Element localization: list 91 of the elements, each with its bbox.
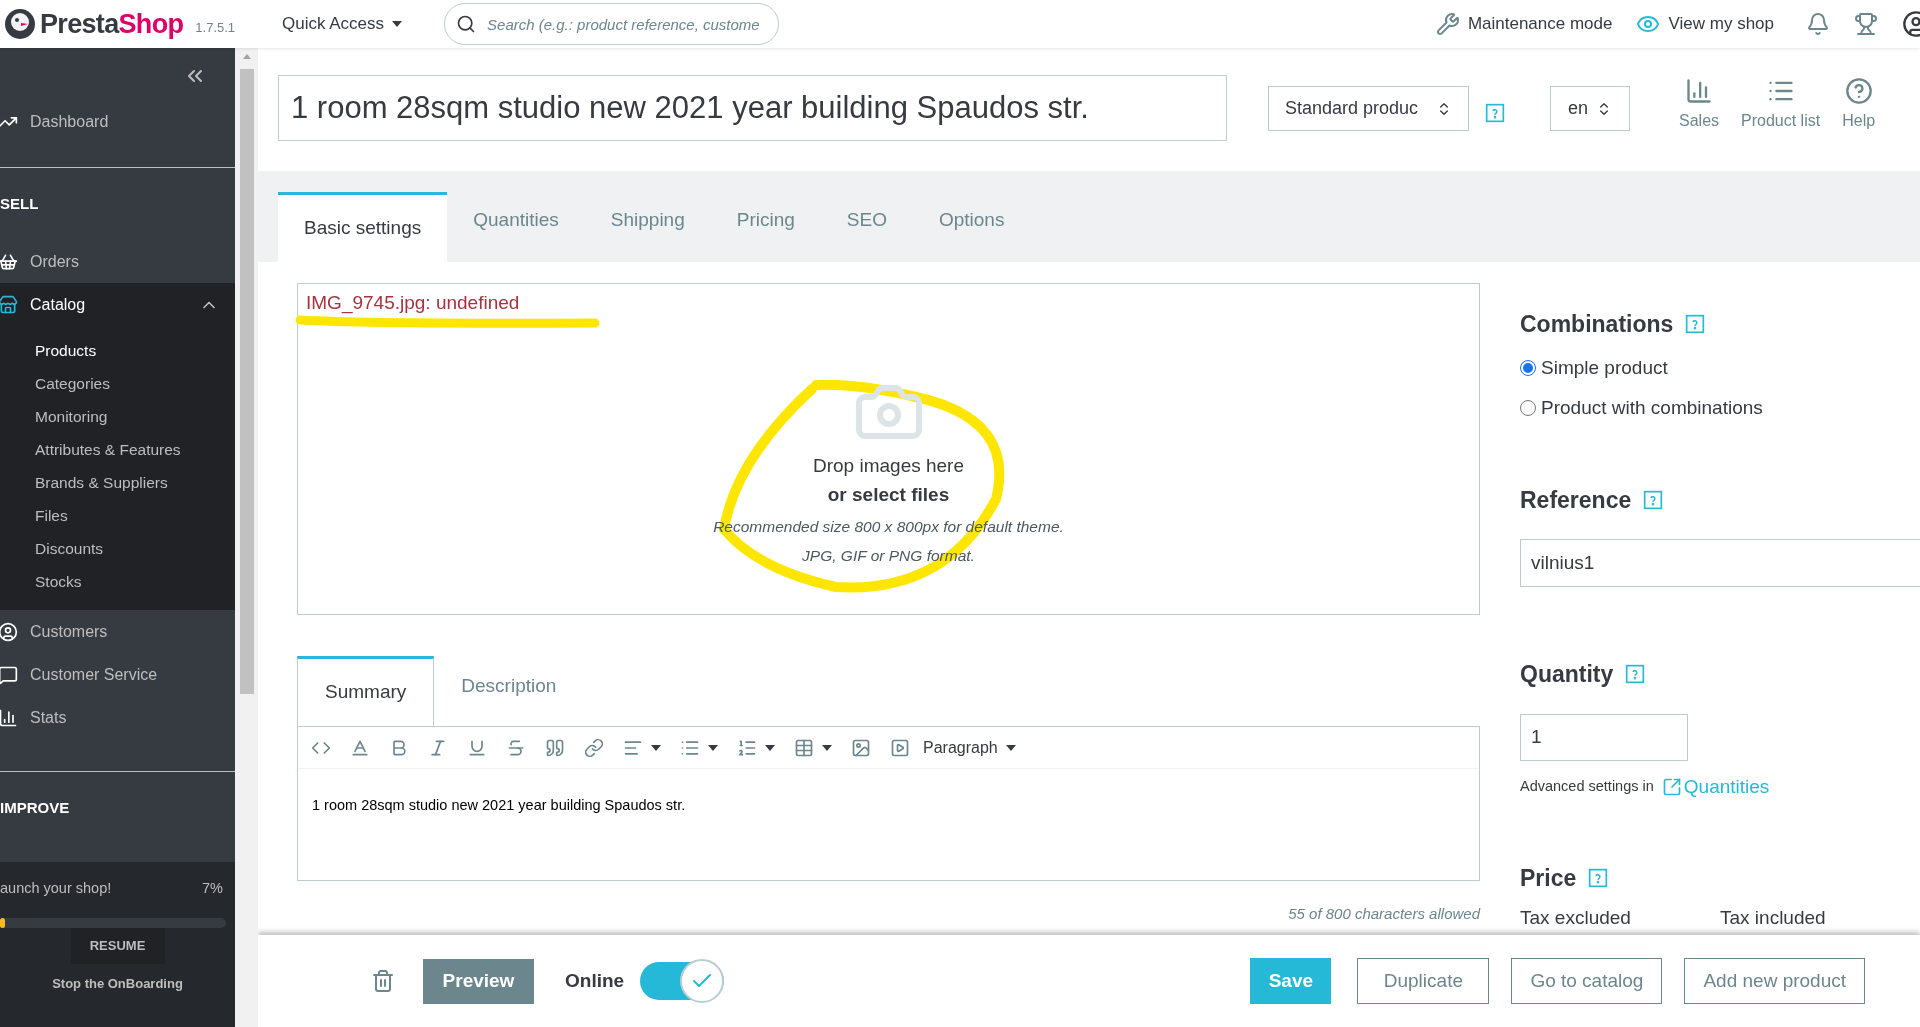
- radio-label[interactable]: Simple product: [1541, 353, 1668, 382]
- editor-content: 1 room 28sqm studio new 2021 year building Spaudos str.: [311, 796, 687, 815]
- toolbar-button[interactable]: Sales: [1675, 77, 1724, 133]
- upload-error-text: IMG_9745.jpg: undefined: [306, 293, 520, 312]
- menu-icon: [0, 707, 18, 728]
- submenu-item[interactable]: Discounts: [0, 532, 235, 565]
- toolbar-icon: [1685, 77, 1713, 105]
- editor-tab[interactable]: Description: [434, 656, 584, 726]
- price-column-label: Tax included: [1720, 905, 1827, 930]
- section-heading: IMPROVE: [0, 799, 70, 816]
- tab[interactable]: Shipping: [584, 192, 711, 262]
- stop-onboarding-link[interactable]: Stop the OnBoarding: [52, 973, 183, 994]
- format-icon[interactable]: [545, 737, 565, 758]
- maintenance-mode-link[interactable]: Maintenance mode: [1467, 11, 1613, 37]
- caret-icon[interactable]: [765, 744, 775, 751]
- onboarding-title: aunch your shop!: [0, 879, 112, 898]
- tab[interactable]: SEO: [820, 192, 913, 262]
- menu-icon: [0, 664, 18, 685]
- price-column-label: Tax excluded: [1520, 905, 1632, 930]
- product-type-select[interactable]: Standard produc: [1268, 86, 1469, 131]
- section-title: Reference: [1520, 485, 1632, 515]
- notifications-icon[interactable]: [1806, 12, 1830, 36]
- trophy-icon[interactable]: [1854, 12, 1878, 36]
- scrollbar[interactable]: [235, 48, 258, 1027]
- format-icon[interactable]: [584, 737, 604, 758]
- quick-access-dropdown[interactable]: Quick Access: [282, 11, 403, 37]
- menu-icon: [0, 251, 18, 272]
- select-files-link[interactable]: or select files: [827, 480, 950, 509]
- caret-icon[interactable]: [708, 744, 718, 751]
- action-button[interactable]: Duplicate: [1357, 958, 1490, 1004]
- caret-icon[interactable]: [822, 744, 832, 751]
- toolbar-icon: [1844, 77, 1873, 105]
- image-icon[interactable]: [851, 737, 871, 758]
- toolbar-button[interactable]: Product list: [1737, 77, 1825, 133]
- editor-tab[interactable]: Summary: [297, 656, 435, 726]
- format-icon[interactable]: [794, 737, 814, 758]
- format-icon[interactable]: [428, 737, 448, 758]
- resume-button[interactable]: RESUME: [70, 927, 165, 964]
- view-my-shop-link[interactable]: View my shop: [1668, 11, 1774, 37]
- section-title: Price: [1520, 864, 1577, 893]
- sidebar-item[interactable]: Customers: [0, 610, 235, 653]
- search-icon: [456, 14, 477, 34]
- logo-icon[interactable]: [4, 8, 36, 40]
- section-title: Quantity: [1520, 660, 1614, 689]
- sidebar-item[interactable]: Orders: [0, 240, 235, 283]
- help-icon[interactable]: [1643, 489, 1664, 510]
- submenu-item[interactable]: Products: [0, 334, 235, 367]
- drop-images-text: Drop images here: [813, 454, 964, 478]
- help-icon[interactable]: [1625, 664, 1646, 685]
- help-icon[interactable]: [1685, 314, 1706, 335]
- preview-button[interactable]: Preview: [423, 958, 534, 1004]
- rich-text-editor[interactable]: Paragraph 1 room 28sqm studio new 2021 year building Spaudos str.: [297, 726, 1480, 881]
- radio-label[interactable]: Product with combinations: [1541, 394, 1763, 423]
- section-heading: SELL: [0, 195, 39, 212]
- submenu-item[interactable]: Monitoring: [0, 400, 235, 433]
- product-name-field[interactable]: 1 room 28sqm studio new 2021 year building Spaudos str.: [278, 75, 1227, 141]
- help-icon[interactable]: [1588, 868, 1609, 889]
- sidebar-item[interactable]: Customer Service: [0, 653, 235, 696]
- submenu-item[interactable]: Files: [0, 499, 235, 532]
- wrench-icon: [1435, 12, 1460, 36]
- delete-icon[interactable]: [371, 969, 395, 993]
- online-toggle[interactable]: [640, 962, 725, 1000]
- toolbar-button[interactable]: Help: [1838, 77, 1880, 133]
- submenu-item[interactable]: Categories: [0, 367, 235, 400]
- tab[interactable]: Basic settings: [278, 192, 448, 262]
- reference-field[interactable]: vilnius1: [1520, 539, 1920, 587]
- caret-icon[interactable]: [651, 744, 661, 751]
- character-counter: 55 of 800 characters allowed: [1288, 904, 1480, 924]
- submenu-item[interactable]: Attributes & Features: [0, 433, 235, 466]
- language-select[interactable]: en: [1550, 86, 1630, 131]
- online-label: Online: [565, 968, 625, 993]
- menu-icon: [0, 294, 18, 315]
- sidebar-item[interactable]: Stats: [0, 696, 235, 739]
- sidebar-item[interactable]: Catalog: [0, 283, 235, 326]
- action-button[interactable]: Add new product: [1684, 958, 1865, 1004]
- quantity-field[interactable]: 1: [1520, 713, 1688, 761]
- help-icon[interactable]: [1485, 103, 1505, 123]
- format-dropdown[interactable]: Paragraph: [923, 735, 1016, 760]
- menu-icon: [0, 621, 18, 642]
- section-title: Combinations: [1520, 310, 1674, 339]
- progress-percent: 7%: [202, 879, 223, 898]
- sidebar-item[interactable]: Dashboard: [0, 100, 235, 143]
- action-button[interactable]: Go to catalog: [1511, 958, 1663, 1004]
- advanced-settings-text: Advanced settings in: [1520, 776, 1654, 796]
- version-label: 1.7.5.1: [195, 19, 236, 38]
- external-link-icon: [1661, 776, 1682, 797]
- media-icon[interactable]: [890, 737, 910, 758]
- search-field[interactable]: Search (e.g.: product reference, custome: [444, 3, 780, 45]
- logo-text[interactable]: PrestaShop: [40, 3, 184, 45]
- submenu-item[interactable]: Stocks: [0, 565, 235, 598]
- submenu-item[interactable]: Brands & Suppliers: [0, 466, 235, 499]
